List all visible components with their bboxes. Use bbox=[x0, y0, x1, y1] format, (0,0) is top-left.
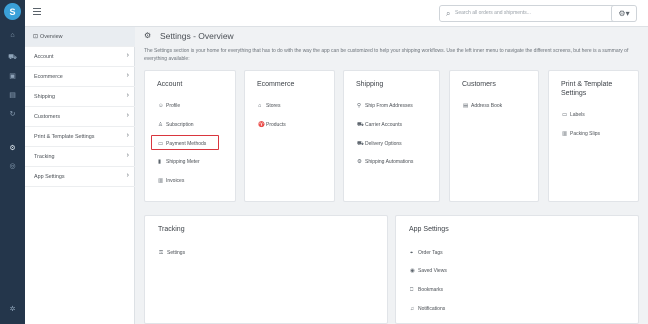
chevron-right-icon: › bbox=[126, 92, 129, 99]
bottom-gear-icon[interactable]: ✲ bbox=[6, 305, 19, 315]
sidebar-item-label: Account bbox=[34, 54, 54, 60]
link-products[interactable]: ♈Products bbox=[258, 122, 286, 128]
clipboard-icon[interactable]: ▤ bbox=[6, 91, 19, 101]
cart-icon[interactable]: ⛟ bbox=[6, 53, 19, 63]
address-book-icon: ▤ bbox=[463, 103, 469, 109]
saved-views-icon: ◉ bbox=[410, 268, 415, 274]
sidebar-item-label: App Settings bbox=[34, 174, 65, 180]
chevron-right-icon: › bbox=[126, 52, 129, 59]
tag-icon: ⌖ bbox=[410, 250, 414, 256]
link-subscription[interactable]: ♙ Subscription bbox=[158, 122, 194, 128]
card-title: Ecommerce bbox=[257, 81, 295, 88]
link-shipping-automations[interactable]: ⚙ Shipping Automations bbox=[357, 159, 413, 165]
bell-icon: ♫ bbox=[410, 306, 415, 312]
store-icon: ⌂ bbox=[258, 103, 262, 109]
chevron-right-icon: › bbox=[126, 132, 129, 139]
bookmark-icon: ⎕ bbox=[410, 287, 414, 293]
card-print-template: Print & Template Settings ▭ Labels ▥ Packi… bbox=[548, 70, 639, 202]
automation-icon: ⚙ bbox=[357, 159, 362, 165]
sidebar-item-shipping[interactable]: Shipping › bbox=[25, 87, 135, 107]
settings-icon: ⚿ bbox=[159, 250, 164, 256]
sidebar-item-overview[interactable]: ⊡ Overview bbox=[25, 27, 135, 47]
link-shipping-meter[interactable]: ▮ Shipping Meter bbox=[158, 159, 200, 165]
chevron-right-icon: › bbox=[126, 152, 129, 159]
sidebar-item-print-template[interactable]: Print & Template Settings › bbox=[25, 127, 135, 147]
shirt-icon: ♈ bbox=[258, 122, 265, 128]
dashboard-icon[interactable]: ⌂ bbox=[6, 31, 19, 41]
card-title: Customers bbox=[462, 81, 496, 88]
truck-icon: ⛟ bbox=[357, 122, 364, 128]
search-icon: ⌕ bbox=[446, 9, 451, 18]
search-input[interactable]: ⌕ Search all orders and shipments... bbox=[439, 5, 627, 22]
top-bar: ⌕ Search all orders and shipments... ⚙▾ bbox=[25, 0, 648, 27]
link-tracking-settings[interactable]: ⚿ Settings bbox=[159, 250, 185, 257]
gear-icon: ⚙▾ bbox=[618, 9, 630, 18]
payment-methods-highlight bbox=[151, 135, 219, 150]
sidebar-item-label: Ecommerce bbox=[34, 74, 63, 80]
sidebar-item-ecommerce[interactable]: Ecommerce › bbox=[25, 67, 135, 87]
sidebar-item-label: Tracking bbox=[34, 154, 55, 160]
sidebar-item-label: Shipping bbox=[34, 94, 55, 100]
hamburger-menu-icon[interactable] bbox=[33, 8, 41, 16]
card-title: App Settings bbox=[409, 226, 449, 233]
settings-dropdown-button[interactable]: ⚙▾ bbox=[611, 5, 637, 22]
search-placeholder: Search all orders and shipments... bbox=[455, 10, 531, 16]
sidebar-item-tracking[interactable]: Tracking › bbox=[25, 147, 135, 167]
meter-icon: ▮ bbox=[158, 159, 162, 165]
sidebar-item-label: Print & Template Settings bbox=[34, 134, 95, 140]
link-carrier-accounts[interactable]: ⛟Carrier Accounts bbox=[357, 122, 402, 129]
card-title: Shipping bbox=[356, 81, 384, 88]
subscription-icon: ♙ bbox=[158, 122, 163, 128]
link-stores[interactable]: ⌂ Stores bbox=[258, 103, 280, 109]
settings-nav-icon[interactable]: ⚙ bbox=[6, 144, 19, 154]
link-ship-from-addresses[interactable]: ⚲ Ship From Addresses bbox=[357, 103, 413, 109]
card-tracking: Tracking ⚿ Settings bbox=[144, 215, 388, 324]
link-notifications[interactable]: ♫ Notifications bbox=[410, 306, 445, 312]
link-profile[interactable]: ☺ Profile bbox=[158, 103, 180, 109]
link-address-book[interactable]: ▤ Address Book bbox=[463, 103, 502, 109]
link-bookmarks[interactable]: ⎕ Bookmarks bbox=[410, 287, 443, 294]
app-logo-icon[interactable]: S bbox=[4, 3, 21, 20]
link-labels[interactable]: ▭ Labels bbox=[562, 112, 585, 118]
sidebar-item-label: Overview bbox=[40, 34, 63, 40]
chevron-right-icon: › bbox=[126, 112, 129, 119]
link-order-tags[interactable]: ⌖ Order Tags bbox=[410, 250, 443, 257]
settings-title-icon: ⚙ bbox=[144, 31, 152, 40]
overview-icon: ⊡ bbox=[33, 34, 39, 40]
box-icon[interactable]: ▣ bbox=[6, 72, 19, 82]
sidebar-item-label: Customers bbox=[34, 114, 61, 120]
page-title: Settings - Overview bbox=[160, 31, 234, 41]
card-app-settings: App Settings ⌖ Order Tags ◉ Saved Views ⎕ B… bbox=[395, 215, 639, 324]
refresh-icon[interactable]: ↻ bbox=[6, 110, 19, 120]
link-invoices[interactable]: ▥ Invoices bbox=[158, 178, 184, 184]
card-ecommerce: Ecommerce ⌂ Stores ♈Products bbox=[244, 70, 335, 202]
link-packing-slips[interactable]: ▥ Packing Slips bbox=[562, 131, 600, 137]
sidebar-item-account[interactable]: Account › bbox=[25, 47, 135, 67]
help-icon[interactable]: ◎ bbox=[6, 162, 19, 172]
settings-side-menu: ⊡ Overview Account › Ecommerce › Shippin… bbox=[25, 27, 135, 324]
chevron-right-icon: › bbox=[126, 172, 129, 179]
label-icon: ▭ bbox=[562, 112, 568, 118]
page-description: The Settings section is your home for ev… bbox=[144, 48, 629, 62]
invoice-icon: ▥ bbox=[158, 178, 164, 184]
sidebar-item-customers[interactable]: Customers › bbox=[25, 107, 135, 127]
chevron-right-icon: › bbox=[126, 72, 129, 79]
user-icon: ☺ bbox=[158, 103, 164, 109]
card-customers: Customers ▤ Address Book bbox=[449, 70, 539, 202]
sidebar-item-app-settings[interactable]: App Settings › bbox=[25, 167, 135, 187]
location-pin-icon: ⚲ bbox=[357, 103, 362, 109]
delivery-icon: ⛟ bbox=[357, 141, 364, 147]
card-shipping: Shipping ⚲ Ship From Addresses ⛟Carrier A… bbox=[343, 70, 440, 202]
packing-slip-icon: ▥ bbox=[562, 131, 568, 137]
link-delivery-options[interactable]: ⛟Delivery Options bbox=[357, 141, 402, 148]
card-title: Print & Template Settings bbox=[561, 81, 613, 97]
card-title: Account bbox=[157, 81, 183, 88]
card-title: Tracking bbox=[158, 226, 185, 233]
link-saved-views[interactable]: ◉ Saved Views bbox=[410, 268, 447, 274]
app-nav-rail: S ⌂ ⛟ ▣ ▤ ↻ ⚙ ◎ ✲ bbox=[0, 0, 25, 324]
